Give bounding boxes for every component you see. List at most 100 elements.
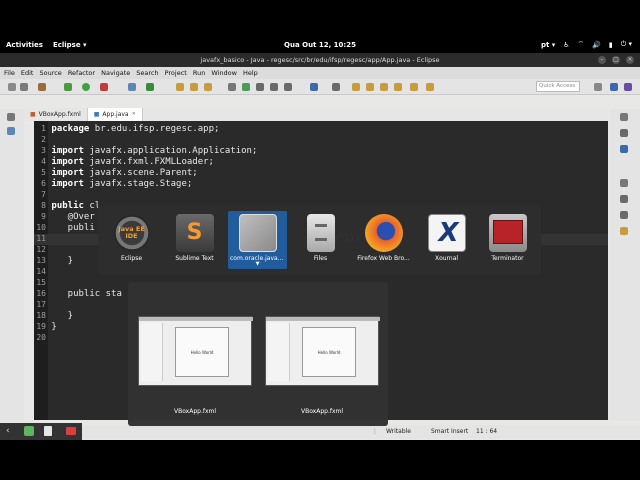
switcher-app-terminator[interactable]: Terminator (478, 211, 537, 269)
camera-icon[interactable] (66, 427, 76, 435)
menu-run[interactable]: Run (193, 69, 205, 77)
chat-icon[interactable] (24, 426, 34, 436)
terminal-icon[interactable] (310, 83, 318, 91)
package-explorer-icon[interactable] (7, 127, 15, 135)
open-type-icon[interactable] (176, 83, 184, 91)
thumbnail-label: VBoxApp.fxml (173, 408, 217, 415)
close-button[interactable]: × (626, 56, 634, 64)
new-package-icon[interactable] (128, 83, 136, 91)
code-keyword: import (51, 168, 84, 178)
task-list-icon[interactable] (620, 145, 628, 153)
window-thumbnail-2[interactable]: Hello World (265, 316, 380, 386)
run-icon[interactable] (82, 83, 90, 91)
show-whitespace-icon[interactable] (256, 83, 264, 91)
status-cursor-position: 11 : 64 (476, 428, 498, 435)
status-writable: Writable (386, 428, 411, 435)
menu-source[interactable]: Source (39, 69, 61, 77)
prev-annotation-icon[interactable] (366, 83, 374, 91)
code-text: javafx.scene.Parent; (83, 168, 198, 178)
annotation-icon[interactable] (332, 83, 340, 91)
code-line[interactable]: 6 import javafx.stage.Stage; (34, 179, 608, 190)
tab-app-java[interactable]: ■ App.java ✕ (87, 108, 143, 121)
phone-icon[interactable] (44, 426, 52, 436)
toggle-mark-icon[interactable] (228, 83, 236, 91)
line-number: 11 (36, 234, 46, 243)
new-icon[interactable] (8, 83, 16, 91)
line-number: 16 (36, 289, 46, 298)
sublime-icon: S (175, 214, 214, 252)
app-switcher: Java EE IDE Eclipse S Sublime Text com.o… (98, 205, 541, 274)
menu-edit[interactable]: Edit (21, 69, 34, 77)
outline-icon[interactable] (620, 129, 628, 137)
restore-bottom-icon[interactable] (620, 179, 628, 187)
debug-icon[interactable] (64, 83, 72, 91)
switcher-app-sublime[interactable]: S Sublime Text (165, 211, 224, 269)
menu-project[interactable]: Project (165, 69, 187, 77)
switcher-app-firefox[interactable]: Firefox Web Bro... (354, 211, 413, 269)
menu-search[interactable]: Search (136, 69, 158, 77)
firefox-icon (364, 214, 403, 252)
perspective-icon[interactable] (594, 83, 602, 91)
selected-indicator-icon: ▼ (255, 261, 260, 267)
switcher-app-files[interactable]: Files (291, 211, 350, 269)
restore-icon[interactable] (7, 113, 15, 121)
window-title: javafx_basico - Java - regesc/src/br/edu… (200, 56, 440, 64)
new-class-icon[interactable] (146, 83, 154, 91)
menu-help[interactable]: Help (243, 69, 258, 77)
declaration-icon[interactable] (620, 227, 628, 235)
line-number: 17 (36, 300, 46, 309)
highlight-icon[interactable] (242, 83, 250, 91)
close-tab-icon[interactable]: ✕ (132, 108, 136, 121)
eclipse-icon: Java EE IDE (112, 214, 151, 252)
switcher-app-java-window[interactable]: com.oracle.javaf... ▼ (228, 211, 287, 269)
power-icon[interactable]: ⏻ ▾ (621, 40, 632, 49)
window-thumbnail-1[interactable]: Hello World (138, 316, 253, 386)
forward-icon[interactable] (410, 83, 418, 91)
menu-file[interactable]: File (4, 69, 15, 77)
back-arrow-icon[interactable]: ‹ (6, 426, 10, 436)
code-line[interactable]: 2 (34, 135, 608, 146)
battery-icon[interactable]: ▮ (609, 41, 613, 49)
tab-vboxapp-fxml[interactable]: ■ VBoxApp.fxml (24, 108, 88, 121)
last-edit-icon[interactable] (380, 83, 388, 91)
volume-icon[interactable]: 🔊 (592, 41, 601, 49)
clock[interactable]: Qua Out 12, 10:25 (284, 41, 356, 49)
window-titlebar[interactable]: javafx_basico - Java - regesc/src/br/edu… (0, 53, 640, 67)
open-task-icon[interactable] (190, 83, 198, 91)
code-line[interactable]: 1 package br.edu.ifsp.regesc.app; (34, 124, 608, 135)
code-line[interactable]: 5 import javafx.scene.Parent; (34, 168, 608, 179)
javadoc-icon[interactable] (620, 211, 628, 219)
accessibility-icon[interactable]: ♿ (563, 41, 569, 49)
java-ee-perspective-icon[interactable] (610, 83, 618, 91)
line-number: 2 (41, 135, 46, 144)
java-perspective-icon[interactable] (624, 83, 632, 91)
save-icon[interactable] (20, 83, 28, 91)
wifi-icon[interactable]: ⌔ (578, 40, 585, 49)
menu-window[interactable]: Window (211, 69, 237, 77)
quick-access-input[interactable]: Quick Access (536, 81, 580, 92)
print-icon[interactable] (38, 83, 46, 91)
switcher-app-xournal[interactable]: X Xournal (417, 211, 476, 269)
menu-bar: File Edit Source Refactor Navigate Searc… (0, 67, 640, 79)
app-label: Sublime Text (175, 255, 214, 262)
block-select-icon[interactable] (270, 83, 278, 91)
next-annotation-icon[interactable] (352, 83, 360, 91)
switcher-app-eclipse[interactable]: Java EE IDE Eclipse (102, 211, 161, 269)
problems-icon[interactable] (620, 195, 628, 203)
minimize-button[interactable]: – (598, 56, 606, 64)
menu-navigate[interactable]: Navigate (101, 69, 130, 77)
menu-refactor[interactable]: Refactor (68, 69, 95, 77)
line-number: 7 (41, 190, 46, 199)
pin-editor-icon[interactable] (426, 83, 434, 91)
language-indicator[interactable]: pt ▾ (541, 41, 555, 49)
code-line[interactable]: 3 import javafx.application.Application; (34, 146, 608, 157)
word-wrap-icon[interactable] (284, 83, 292, 91)
code-line[interactable]: 4 import javafx.fxml.FXMLLoader; (34, 157, 608, 168)
top-panel-row: Activities Eclipse ▾ Qua Out 12, 10:25 p… (0, 36, 640, 54)
external-tools-icon[interactable] (100, 83, 108, 91)
code-line[interactable]: 7 (34, 190, 608, 201)
restore-right-icon[interactable] (620, 113, 628, 121)
back-icon[interactable] (394, 83, 402, 91)
search-icon[interactable] (204, 83, 212, 91)
maximize-button[interactable]: □ (612, 56, 620, 64)
